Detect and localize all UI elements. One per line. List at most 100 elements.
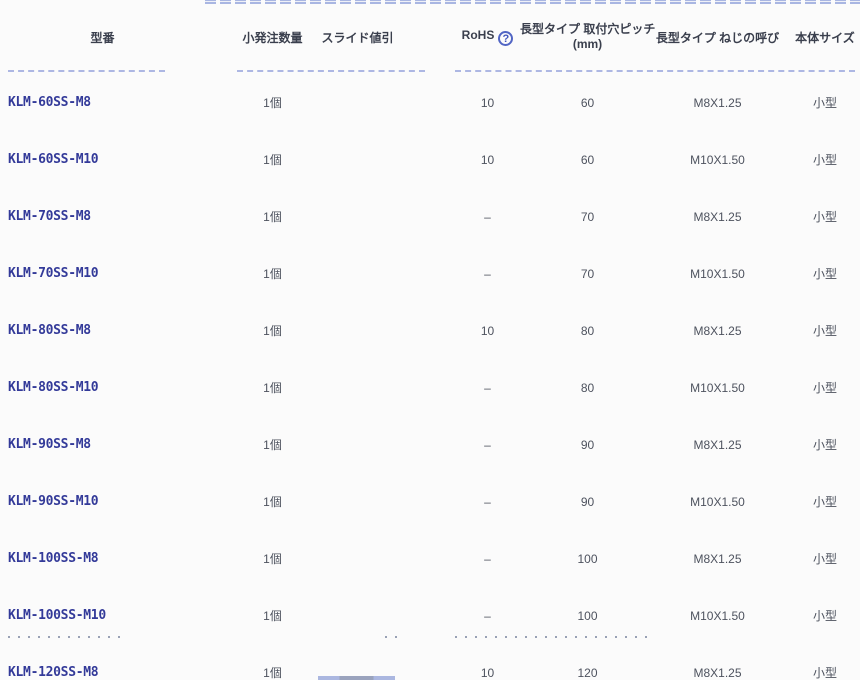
rohs-value: – (455, 245, 520, 302)
column-spacer (425, 74, 455, 131)
rohs-help-icon[interactable]: ? (498, 31, 513, 46)
part-number-link[interactable]: KLM-80SS-M8 (8, 323, 91, 338)
slide-discount-value (320, 245, 425, 302)
column-spacer (425, 0, 455, 74)
body-size-value: 小型 (790, 245, 860, 302)
column-spacer (425, 359, 455, 416)
min-order-qty-value: 1個 (205, 473, 320, 530)
thread-size-value: M8X1.25 (655, 188, 790, 245)
slide-discount-value (320, 302, 425, 359)
part-number-link[interactable]: KLM-120SS-M8 (8, 665, 98, 680)
col-header-model: 型番 (0, 0, 205, 74)
col-header-thread-size: 長型タイプ ねじの呼び (655, 0, 790, 74)
slide-discount-value (320, 587, 425, 644)
min-order-qty-value: 1個 (205, 587, 320, 644)
column-spacer (425, 131, 455, 188)
header-separator-dashed (455, 70, 855, 72)
table-body: KLM-60SS-M8 1個 10 60 M8X1.25 小型 KLM-60SS… (0, 74, 860, 680)
thread-size-value: M10X1.50 (655, 245, 790, 302)
mounting-pitch-value: 100 (520, 530, 655, 587)
rohs-value: – (455, 416, 520, 473)
body-size-value: 小型 (790, 416, 860, 473)
col-header-slide-discount: スライド値引 (320, 0, 425, 74)
row-separator-dotted (455, 636, 649, 638)
min-order-qty-value: 1個 (205, 188, 320, 245)
part-number-link[interactable]: KLM-100SS-M10 (8, 608, 106, 623)
slide-discount-value (320, 131, 425, 188)
body-size-value: 小型 (790, 530, 860, 587)
part-number-link[interactable]: KLM-90SS-M8 (8, 437, 91, 452)
part-number-link[interactable]: KLM-60SS-M8 (8, 95, 91, 110)
table-row: KLM-100SS-M8 1個 – 100 M8X1.25 小型 (0, 530, 860, 587)
part-number-link[interactable]: KLM-100SS-M8 (8, 551, 98, 566)
header-separator-dashed (8, 70, 165, 72)
slide-discount-value (320, 416, 425, 473)
mounting-pitch-value: 70 (520, 188, 655, 245)
body-size-value: 小型 (790, 587, 860, 644)
body-size-value: 小型 (790, 473, 860, 530)
body-size-value: 小型 (790, 74, 860, 131)
table-row: KLM-70SS-M10 1個 – 70 M10X1.50 小型 (0, 245, 860, 302)
col-header-min-order-qty: 小発注数量 (205, 0, 320, 74)
header-separator-dashed (237, 70, 425, 72)
rohs-value: 10 (455, 131, 520, 188)
min-order-qty-value: 1個 (205, 359, 320, 416)
column-spacer (425, 245, 455, 302)
table-row: KLM-60SS-M10 1個 10 60 M10X1.50 小型 (0, 131, 860, 188)
body-size-value: 小型 (790, 644, 860, 680)
thread-size-value: M8X1.25 (655, 416, 790, 473)
slide-discount-value (320, 644, 425, 680)
thread-size-value: M10X1.50 (655, 131, 790, 188)
part-number-link[interactable]: KLM-60SS-M10 (8, 152, 98, 167)
row-separator-dotted (385, 636, 401, 638)
part-number-link[interactable]: KLM-90SS-M10 (8, 494, 98, 509)
mounting-pitch-value: 90 (520, 416, 655, 473)
mounting-pitch-value: 90 (520, 473, 655, 530)
table-row: KLM-120SS-M8 1個 10 120 M8X1.25 小型 (0, 644, 860, 680)
mounting-pitch-value: 80 (520, 302, 655, 359)
table-row: KLM-70SS-M8 1個 – 70 M8X1.25 小型 (0, 188, 860, 245)
min-order-qty-value: 1個 (205, 131, 320, 188)
column-spacer (425, 530, 455, 587)
column-spacer (425, 416, 455, 473)
table-row: KLM-80SS-M8 1個 10 80 M8X1.25 小型 (0, 302, 860, 359)
slide-discount-value (320, 530, 425, 587)
table-header-row: 型番 小発注数量 スライド値引 RoHS? 長型タイプ 取付穴ピッチ (mm) … (0, 0, 860, 74)
clipped-element-edge (318, 676, 395, 680)
body-size-value: 小型 (790, 359, 860, 416)
slide-discount-value (320, 359, 425, 416)
column-spacer (425, 302, 455, 359)
min-order-qty-value: 1個 (205, 416, 320, 473)
rohs-value: 10 (455, 74, 520, 131)
table-row: KLM-100SS-M10 1個 – 100 M10X1.50 小型 (0, 587, 860, 644)
column-spacer (425, 644, 455, 680)
part-number-link[interactable]: KLM-70SS-M8 (8, 209, 91, 224)
slide-discount-value (320, 188, 425, 245)
rohs-value: 10 (455, 302, 520, 359)
row-separator-dotted (8, 636, 124, 638)
col-header-mounting-pitch: 長型タイプ 取付穴ピッチ (mm) (520, 0, 655, 74)
table-row: KLM-90SS-M8 1個 – 90 M8X1.25 小型 (0, 416, 860, 473)
thread-size-value: M10X1.50 (655, 473, 790, 530)
product-spec-table-page: 型番 小発注数量 スライド値引 RoHS? 長型タイプ 取付穴ピッチ (mm) … (0, 0, 860, 680)
part-number-link[interactable]: KLM-80SS-M10 (8, 380, 98, 395)
column-spacer (425, 188, 455, 245)
column-spacer (425, 587, 455, 644)
rohs-value: – (455, 188, 520, 245)
rohs-value: – (455, 473, 520, 530)
col-header-body-size: 本体サイズ (790, 0, 860, 74)
body-size-value: 小型 (790, 131, 860, 188)
part-number-link[interactable]: KLM-70SS-M10 (8, 266, 98, 281)
min-order-qty-value: 1個 (205, 245, 320, 302)
mounting-pitch-value: 120 (520, 644, 655, 680)
rohs-value: – (455, 530, 520, 587)
pitch-header-line2: (mm) (520, 37, 655, 52)
mounting-pitch-value: 60 (520, 131, 655, 188)
table-row: KLM-60SS-M8 1個 10 60 M8X1.25 小型 (0, 74, 860, 131)
product-spec-table: 型番 小発注数量 スライド値引 RoHS? 長型タイプ 取付穴ピッチ (mm) … (0, 0, 860, 680)
thread-size-value: M8X1.25 (655, 644, 790, 680)
slide-discount-value (320, 473, 425, 530)
thread-size-value: M10X1.50 (655, 587, 790, 644)
min-order-qty-value: 1個 (205, 302, 320, 359)
thread-size-value: M8X1.25 (655, 530, 790, 587)
